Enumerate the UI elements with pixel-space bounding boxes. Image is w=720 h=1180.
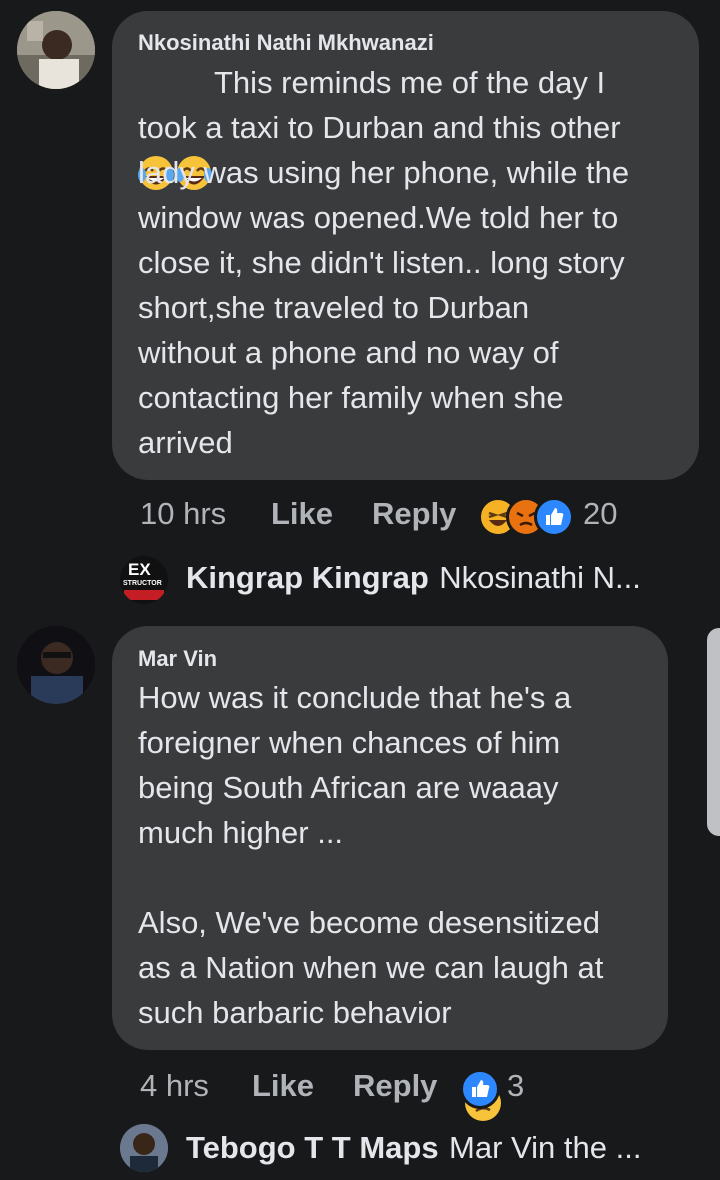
crying-laughing-emoji-icon (138, 63, 214, 190)
avatar-photo (120, 1124, 168, 1172)
avatar-photo (17, 626, 95, 704)
comment-line: window was opened.We told her to (138, 200, 619, 235)
like-icon (534, 497, 574, 537)
comment-line: Also, We've become desensitized (138, 905, 600, 940)
like-button[interactable]: Like (271, 496, 333, 532)
avatar-photo (17, 11, 95, 89)
comment-line: without a phone and no way of (138, 335, 559, 370)
confused-emoji-icon (464, 994, 502, 1121)
reply-avatar[interactable] (120, 1124, 168, 1172)
comment-line (138, 855, 658, 900)
comment-line: took a taxi to Durban and this other (138, 110, 621, 145)
reply-preview[interactable]: Tebogo T T Maps Mar Vin the ... (186, 1130, 641, 1166)
comment-timestamp: 10 hrs (140, 496, 227, 531)
comment-text: How was it conclude that he's a foreigne… (138, 675, 658, 1121)
comment-line: as a Nation when we can laugh at (138, 950, 604, 985)
reply-button[interactable]: Reply (372, 496, 456, 532)
comment-line: arrived (138, 425, 233, 460)
avatar[interactable] (17, 626, 95, 704)
comment-line: close it, she didn't listen.. long story (138, 245, 625, 280)
reply-author: Tebogo T T Maps (186, 1130, 439, 1165)
reply-snippet: Nkosinathi N... (439, 560, 641, 595)
avatar[interactable] (17, 11, 95, 89)
comment-line: being South African are waaay (138, 770, 559, 805)
comment-line: This reminds me of the day I (138, 60, 688, 190)
reply-avatar-logo-top: EX (128, 560, 151, 579)
comment-line: much higher ... (138, 815, 344, 850)
reactions-summary[interactable] (478, 497, 578, 537)
scroll-handle[interactable] (707, 628, 720, 836)
reply-preview[interactable]: Kingrap Kingrap Nkosinathi N... (186, 560, 641, 596)
comment-line: lady was using her phone, while the (138, 155, 630, 190)
comment-author[interactable]: Nkosinathi Nathi Mkhwanazi (138, 30, 434, 56)
comment-text: This reminds me of the day I took a taxi… (138, 60, 688, 465)
reaction-count: 3 (507, 1068, 525, 1103)
reactions-summary[interactable] (460, 1069, 500, 1109)
comment-line: foreigner when chances of him (138, 725, 561, 760)
like-icon (460, 1069, 500, 1109)
reply-button[interactable]: Reply (353, 1068, 437, 1104)
like-button[interactable]: Like (252, 1068, 314, 1104)
comment-line: How was it conclude that he's a (138, 680, 572, 715)
reply-avatar-logo-bottom: STRUCTOR (123, 580, 162, 587)
comment-author[interactable]: Mar Vin (138, 646, 217, 672)
reaction-count: 20 (583, 496, 618, 531)
reply-snippet: Mar Vin the ... (449, 1130, 642, 1165)
reply-avatar[interactable]: EX STRUCTOR (120, 556, 168, 604)
comment-timestamp: 4 hrs (140, 1068, 209, 1103)
comment-line: such barbaric behavior (138, 990, 658, 1121)
comment-line: contacting her family when she (138, 380, 564, 415)
reply-author: Kingrap Kingrap (186, 560, 429, 595)
comment-line: short,she traveled to Durban (138, 290, 530, 325)
